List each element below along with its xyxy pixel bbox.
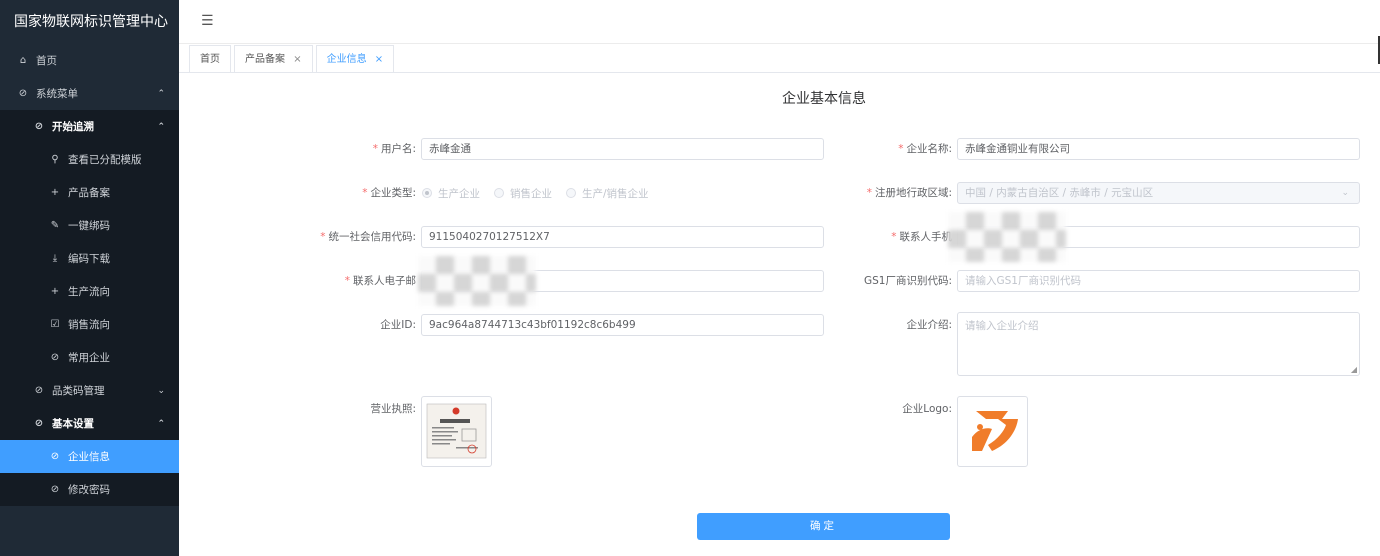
sidebar-item-label: 编码下载: [68, 253, 110, 265]
company-type-label: * 企业类型:: [362, 187, 416, 199]
download-icon: ⤓: [52, 253, 58, 264]
edit-square-icon: ☑: [50, 319, 60, 330]
sidebar-item-basic-settings[interactable]: ⊘ 基本设置 ⌃: [0, 407, 179, 440]
sidebar-item-product-filing[interactable]: + 产品备案: [0, 176, 179, 209]
confirm-button[interactable]: 确定: [697, 513, 950, 540]
search-icon: ⚲: [51, 154, 59, 165]
menu-collapse-icon[interactable]: ☰: [201, 13, 214, 29]
business-license-label: 营业执照:: [370, 403, 416, 415]
radio-production[interactable]: 生产企业: [422, 186, 480, 201]
sidebar-item-bind-code[interactable]: ✎ 一键绑码: [0, 209, 179, 242]
company-logo-label: 企业Logo:: [902, 403, 952, 415]
home-icon: ⌂: [19, 55, 27, 66]
tab-bar: 首页 产品备案 × 企业信息 ×: [179, 45, 1380, 73]
circle-check-icon: ⊘: [50, 352, 60, 363]
sidebar-item-label: 开始追溯: [52, 121, 94, 133]
privacy-mosaic: [418, 256, 536, 306]
radio-circle: [422, 188, 432, 198]
contact-email-label: * 联系人电子邮: [344, 275, 416, 287]
chevron-up-icon: ⌃: [157, 121, 165, 132]
sidebar-item-code-download[interactable]: ⤓ 编码下载: [0, 242, 179, 275]
tab-home[interactable]: 首页: [189, 45, 231, 72]
company-id-label: 企业ID:: [380, 319, 416, 331]
region-label: * 注册地行政区域:: [866, 187, 952, 199]
top-bar: ☰: [179, 0, 1380, 44]
username-input[interactable]: 赤峰金通: [421, 138, 824, 160]
app-title: 国家物联网标识管理中心: [0, 0, 179, 44]
sidebar-item-change-password[interactable]: ⊘ 修改密码: [0, 473, 179, 506]
plus-icon: +: [50, 187, 60, 198]
radio-circle: [494, 188, 504, 198]
close-icon[interactable]: ×: [293, 54, 301, 65]
business-license-image: [426, 403, 487, 459]
company-name-input[interactable]: 赤峰金通铜业有限公司: [957, 138, 1360, 160]
company-intro-textarea[interactable]: 请输入企业介绍 ◢: [957, 312, 1360, 376]
sidebar-item-label: 产品备案: [68, 187, 110, 199]
tab-product-filing[interactable]: 产品备案 ×: [234, 45, 313, 72]
chevron-up-icon: ⌃: [157, 88, 165, 99]
company-logo-upload[interactable]: [957, 396, 1028, 467]
gs1-code-label: GS1厂商识别代码:: [863, 275, 952, 287]
circle-check-icon: ⊘: [34, 121, 44, 132]
sidebar-item-production-flow[interactable]: + 生产流向: [0, 275, 179, 308]
company-name-label: * 企业名称:: [898, 143, 952, 155]
page-title: 企业基本信息: [782, 91, 866, 107]
radio-sales[interactable]: 销售企业: [494, 186, 552, 201]
sidebar-item-label: 系统菜单: [36, 88, 78, 100]
sidebar-item-sales-flow[interactable]: ☑ 销售流向: [0, 308, 179, 341]
chevron-down-icon: ⌄: [157, 385, 165, 396]
sidebar-item-company-info[interactable]: ⊘ 企业信息: [0, 440, 179, 473]
sidebar-item-label: 企业信息: [68, 451, 110, 463]
circle-check-icon: ⊘: [34, 418, 44, 429]
sidebar-item-label: 销售流向: [68, 319, 110, 331]
circle-check-icon: ⊘: [50, 484, 60, 495]
username-label: * 用户名:: [372, 143, 416, 155]
privacy-mosaic: [948, 212, 1066, 262]
plus-icon: +: [50, 286, 60, 297]
sidebar-item-category-code[interactable]: ⊘ 品类码管理 ⌄: [0, 374, 179, 407]
radio-production-sales[interactable]: 生产/销售企业: [566, 186, 649, 201]
company-intro-label: 企业介绍:: [906, 319, 952, 331]
sidebar-item-label: 查看已分配模版: [68, 154, 142, 166]
sidebar-item-label: 基本设置: [52, 418, 94, 430]
tab-label: 企业信息: [326, 54, 367, 65]
circle-check-icon: ⊘: [50, 451, 60, 462]
close-icon[interactable]: ×: [375, 54, 383, 65]
sidebar-item-start-trace[interactable]: ⊘ 开始追溯 ⌃: [0, 110, 179, 143]
sidebar-item-label: 品类码管理: [52, 385, 105, 397]
sidebar-item-label: 生产流向: [68, 286, 110, 298]
credit-code-label: * 统一社会信用代码:: [320, 231, 416, 243]
tab-label: 首页: [200, 54, 220, 65]
company-logo-image: [972, 411, 1018, 451]
sidebar-item-label: 修改密码: [68, 484, 110, 496]
edit-icon: ✎: [50, 220, 60, 231]
sidebar-item-home[interactable]: ⌂ 首页: [0, 44, 179, 77]
sidebar-item-label: 一键绑码: [68, 220, 110, 232]
sidebar-item-label: 常用企业: [68, 352, 110, 364]
circle-check-icon: ⊘: [18, 88, 28, 99]
contact-phone-label: * 联系人手机: [891, 231, 952, 243]
tab-company-info[interactable]: 企业信息 ×: [315, 45, 395, 72]
sidebar-item-label: 首页: [36, 55, 57, 67]
business-license-upload[interactable]: [421, 396, 492, 467]
chevron-down-icon: ⌄: [1341, 188, 1349, 198]
company-type-radio-group: 生产企业 销售企业 生产/销售企业: [422, 181, 663, 205]
sidebar-item-system-menu[interactable]: ⊘ 系统菜单 ⌃: [0, 77, 179, 110]
circle-check-icon: ⊘: [34, 385, 44, 396]
region-select[interactable]: 中国 / 内蒙古自治区 / 赤峰市 / 元宝山区 ⌄: [957, 182, 1360, 204]
page-title-wrap: 企业基本信息: [179, 88, 1380, 108]
chevron-up-icon: ⌃: [157, 418, 165, 429]
company-id-input[interactable]: 9ac964a8744713c43bf01192c8c6b499: [421, 314, 824, 336]
sidebar-item-view-templates[interactable]: ⚲ 查看已分配模版: [0, 143, 179, 176]
sidebar-item-frequent-companies[interactable]: ⊘ 常用企业: [0, 341, 179, 374]
credit-code-input[interactable]: 9115040270127512X7: [421, 226, 824, 248]
sidebar: 国家物联网标识管理中心 ⌂ 首页 ⊘ 系统菜单 ⌃ ⊘ 开始追溯 ⌃ ⚲ 查看已…: [0, 0, 179, 556]
tab-label: 产品备案: [245, 54, 285, 65]
resize-handle-icon[interactable]: ◢: [1351, 365, 1357, 374]
gs1-code-input[interactable]: 请输入GS1厂商识别代码: [957, 270, 1360, 292]
radio-circle: [566, 188, 576, 198]
